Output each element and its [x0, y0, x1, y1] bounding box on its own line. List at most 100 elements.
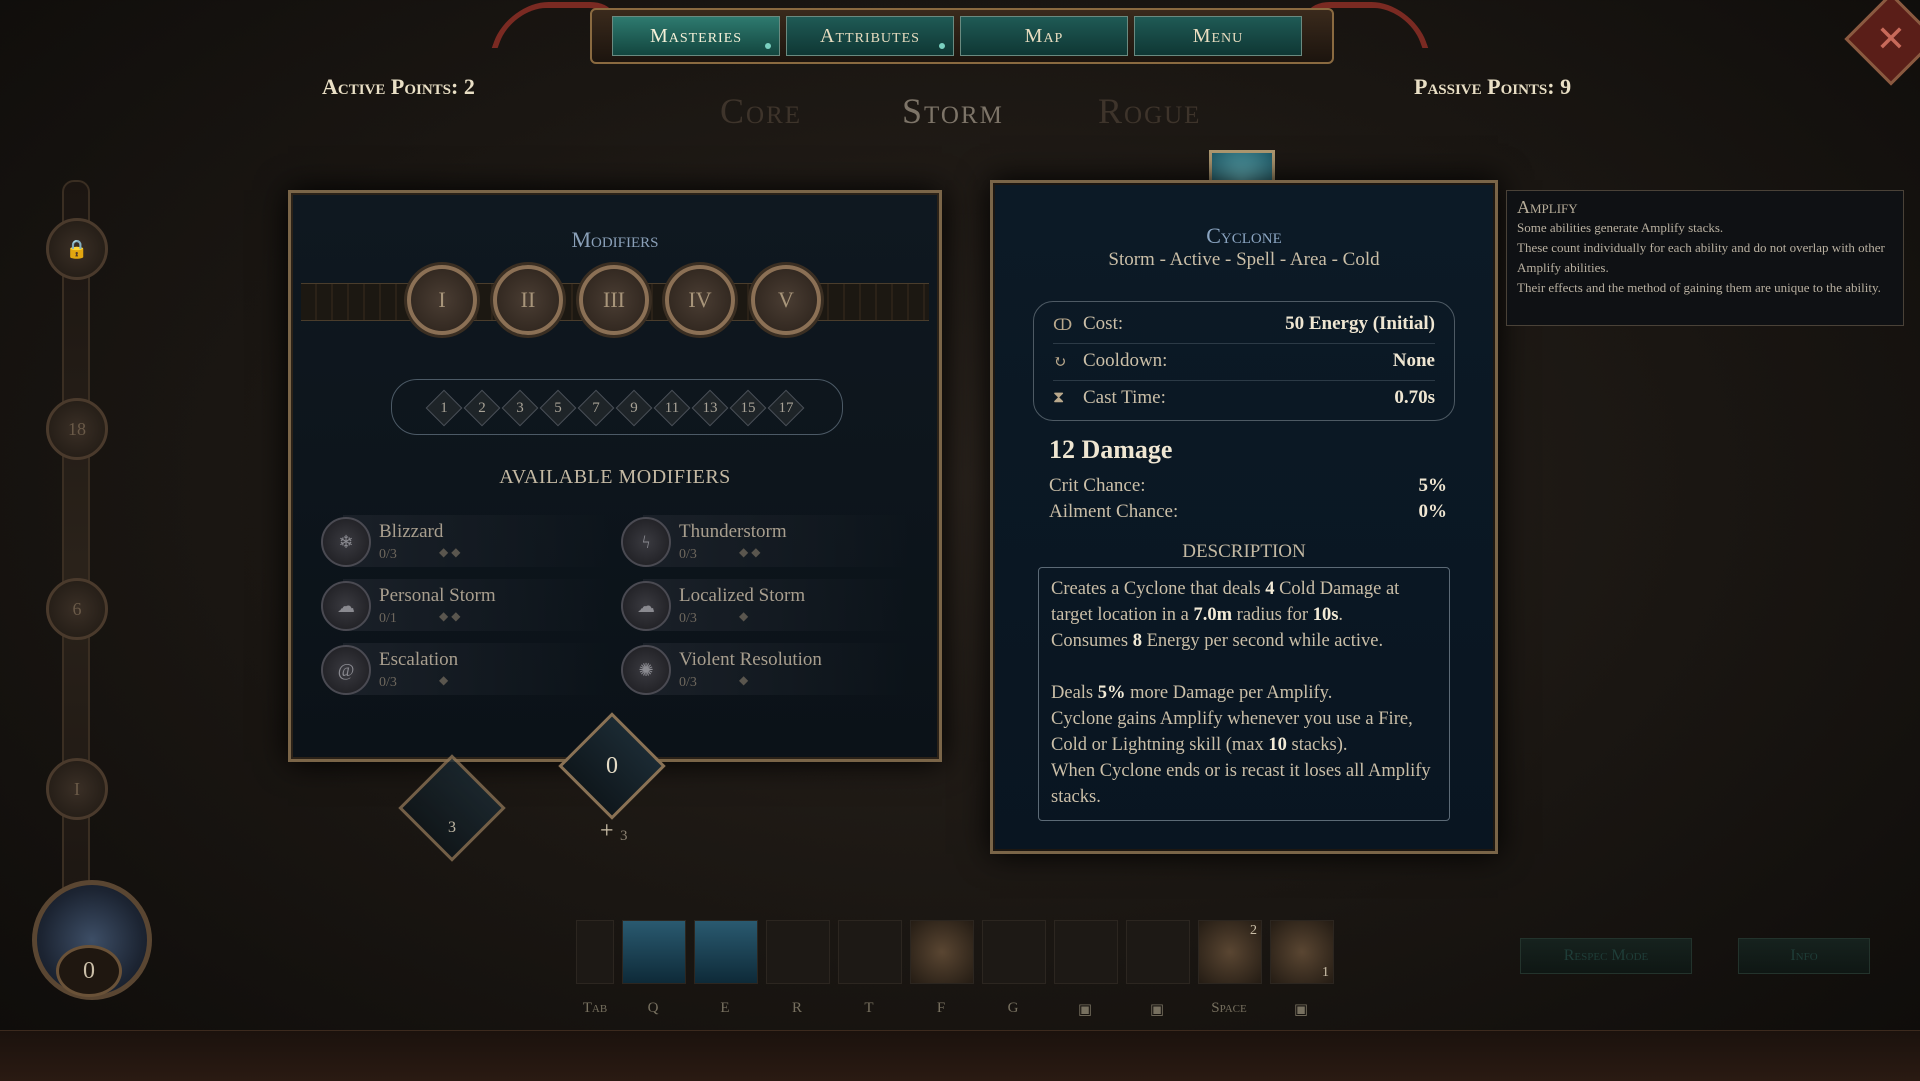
tier-2-button[interactable]: II	[493, 265, 563, 335]
info-button[interactable]: Info	[1738, 938, 1870, 974]
storm-icon: ☁	[621, 581, 671, 631]
stat-cooldown: ↻ Cooldown: None	[1053, 350, 1435, 381]
tab-attributes[interactable]: Attributes	[786, 16, 954, 56]
modifier-pips: ◆	[739, 609, 752, 623]
tab-menu-label: Menu	[1192, 24, 1244, 47]
modifiers-title: Modifiers	[571, 227, 659, 252]
passive-points-label: Passive Points:	[1414, 74, 1555, 99]
tab-masteries[interactable]: Masteries	[612, 16, 780, 56]
hotbar-slot-q[interactable]	[622, 920, 686, 984]
key-label: Tab	[582, 1000, 608, 1016]
tooltip-title: Amplify	[1517, 197, 1578, 217]
modifier-localized-storm[interactable]: ☁ Localized Storm 0/3 ◆	[619, 579, 909, 631]
crit-chance: Crit Chance: 5%	[1049, 475, 1447, 496]
hotbar-slot-mouse-right[interactable]	[1126, 920, 1190, 984]
orb-value: 0	[56, 945, 122, 997]
active-points: Active Points: 2	[322, 74, 475, 100]
mastery-tab-core[interactable]: Core	[720, 90, 802, 132]
modifier-escalation[interactable]: @ Escalation 0/3 ◆	[319, 643, 609, 695]
modifier-blizzard[interactable]: ❄ Blizzard 0/3 ◆◆	[319, 515, 609, 567]
tier-3-button[interactable]: III	[579, 265, 649, 335]
hotbar-slot-mouse-left[interactable]	[1054, 920, 1118, 984]
footer-bar	[0, 1030, 1920, 1081]
hotbar-slot-r[interactable]	[766, 920, 830, 984]
key-label: Q	[647, 1000, 659, 1016]
hotbar-slot-e[interactable]	[694, 920, 758, 984]
mastery-tab-rogue[interactable]: Rogue	[1098, 90, 1201, 132]
tier-4-button[interactable]: IV	[665, 265, 735, 335]
tooltip-line: These count individually for each abilit…	[1517, 240, 1885, 275]
key-label: Space	[1211, 1000, 1247, 1016]
modifier-name: Localized Storm	[679, 585, 806, 606]
amplify-tooltip: Amplify Some abilities generate Amplify …	[1506, 190, 1904, 326]
hotbar-slot-mouse-extra[interactable]: 1	[1270, 920, 1334, 984]
level-marker: 1	[425, 389, 463, 427]
mouse-icon: ▣	[1293, 1002, 1309, 1018]
mouse-icon: ▣	[1149, 1002, 1165, 1018]
tooltip-line: Some abilities generate Amplify stacks.	[1517, 220, 1724, 235]
snowflake-icon: ❄	[321, 517, 371, 567]
modifier-count: 0/3	[679, 675, 697, 690]
hotbar-slot-f[interactable]	[910, 920, 974, 984]
modifier-count: 0/3	[679, 547, 697, 562]
stat-cost: ↀ Cost: 50 Energy (Initial)	[1053, 313, 1435, 344]
skill-details-panel: Cyclone Storm - Active - Spell - Area - …	[990, 180, 1498, 854]
progress-rail	[62, 180, 90, 954]
cooldown-icon: ↻	[1053, 354, 1067, 371]
close-button[interactable]: ✕	[1844, 0, 1920, 86]
key-label: R	[791, 1000, 802, 1016]
add-modifier-count: 3	[620, 828, 628, 844]
tier-5-button[interactable]: V	[751, 265, 821, 335]
rail-node-i: I	[46, 758, 108, 820]
modifier-count: 0/3	[379, 547, 397, 562]
respec-mode-button[interactable]: Respec Mode	[1520, 938, 1692, 974]
active-points-label: Active Points:	[322, 74, 459, 99]
hotbar-slot-space[interactable]: 2	[1198, 920, 1262, 984]
mouse-icon: ▣	[1077, 1002, 1093, 1018]
hotbar-slot-t[interactable]	[838, 920, 902, 984]
passive-points-value: 9	[1560, 74, 1572, 99]
key-label: E	[720, 1000, 730, 1016]
stat-cast-time: ⧗ Cast Time: 0.70s	[1053, 387, 1435, 408]
modifier-pips: ◆	[439, 673, 452, 687]
level-marker: 17	[767, 389, 805, 427]
tab-masteries-label: Masteries	[649, 24, 743, 47]
tier-1-button[interactable]: I	[407, 265, 477, 335]
tab-menu[interactable]: Menu	[1134, 16, 1302, 56]
modifier-count: 0/3	[679, 611, 697, 626]
add-modifier-button[interactable]: +	[600, 818, 614, 845]
modifier-name: Thunderstorm	[679, 521, 787, 542]
modifier-violent-resolution[interactable]: ✺ Violent Resolution 0/3 ◆	[619, 643, 909, 695]
level-marker: 9	[615, 389, 653, 427]
close-icon: ✕	[1875, 19, 1907, 59]
lightning-icon: ϟ	[621, 517, 671, 567]
new-indicator-icon	[763, 41, 773, 51]
modifier-points-badge: 0	[558, 712, 666, 820]
modifier-points-value: 0	[606, 752, 618, 779]
modifier-thunderstorm[interactable]: ϟ Thunderstorm 0/3 ◆◆	[619, 515, 909, 567]
storm-icon: ☁	[321, 581, 371, 631]
skill-damage: 12 Damage	[1049, 435, 1173, 464]
slot-charge-count: 2	[1250, 923, 1257, 938]
modifier-pips: ◆◆	[739, 545, 764, 559]
ailment-chance: Ailment Chance: 0%	[1049, 501, 1447, 522]
rail-node-18: 18	[46, 398, 108, 460]
passive-points: Passive Points: 9	[1414, 74, 1571, 100]
modifier-personal-storm[interactable]: ☁ Personal Storm 0/1 ◆◆	[319, 579, 609, 631]
tab-map[interactable]: Map	[960, 16, 1128, 56]
key-label: F	[936, 1000, 946, 1016]
mastery-tab-storm[interactable]: Storm	[902, 90, 1004, 132]
skill-slot-badge[interactable]: 3	[398, 754, 506, 862]
hotbar-slot-g[interactable]	[982, 920, 1046, 984]
description-title: DESCRIPTION	[1182, 541, 1306, 562]
spiral-icon: @	[321, 645, 371, 695]
level-marker: 2	[463, 389, 501, 427]
modifier-name: Personal Storm	[379, 585, 496, 606]
key-label: T	[864, 1000, 874, 1016]
modifier-count: 0/1	[379, 611, 397, 626]
hotbar-slot-tab[interactable]	[576, 920, 614, 984]
rail-node-6: 6	[46, 578, 108, 640]
key-label: G	[1007, 1000, 1019, 1016]
modifier-name: Blizzard	[379, 521, 444, 542]
modifier-pips: ◆	[739, 673, 752, 687]
